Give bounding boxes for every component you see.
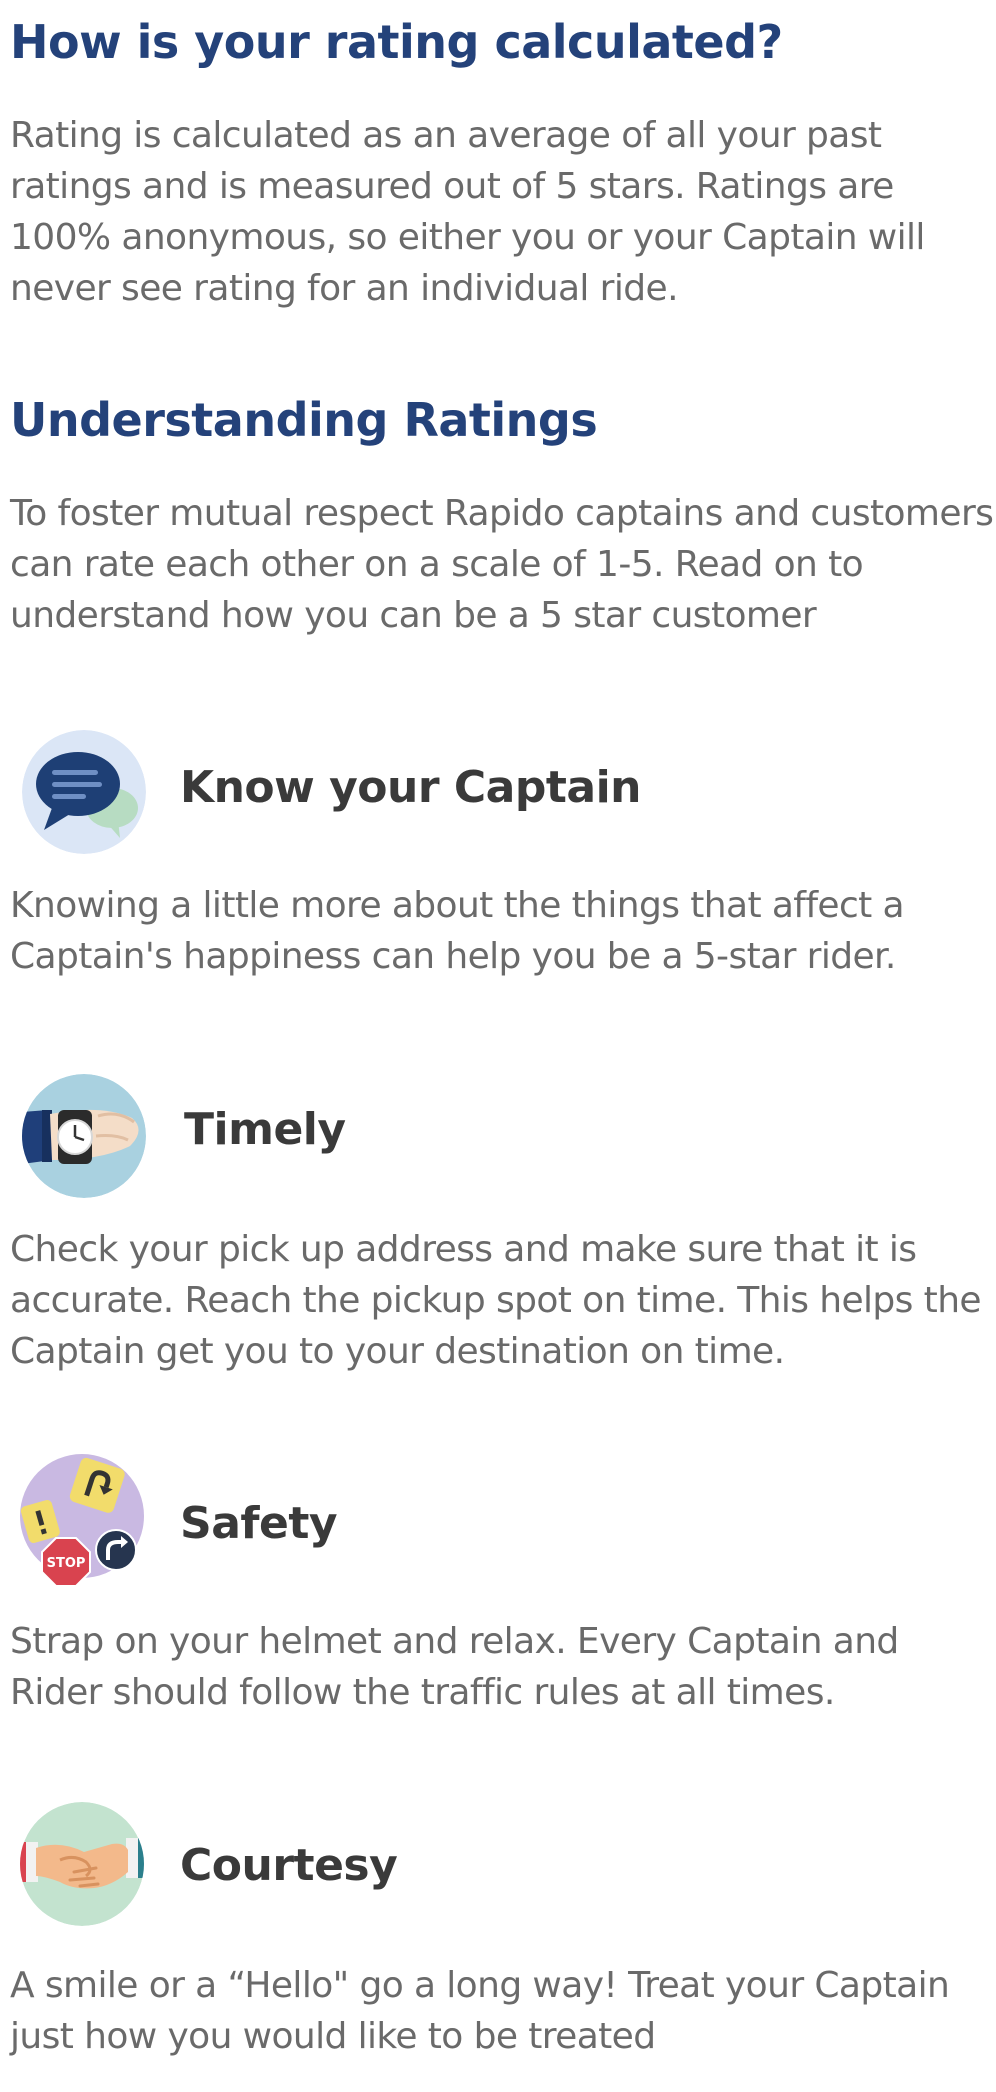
- svg-text:STOP: STOP: [47, 1556, 86, 1571]
- handshake-icon: [20, 1802, 144, 1926]
- feature-title-timely: Timely: [184, 1104, 346, 1155]
- chat-bubbles-icon: [22, 730, 146, 854]
- wristwatch-icon: [22, 1074, 146, 1198]
- feature-description-courtesy: A smile or a “Hello" go a long way! Trea…: [10, 1965, 950, 2057]
- feature-description-timely: Check your pick up address and make sure…: [10, 1229, 982, 1372]
- understanding-ratings-heading: Understanding Ratings: [10, 393, 598, 447]
- traffic-signs-icon: STOP: [20, 1454, 144, 1587]
- feature-title-know-your-captain: Know your Captain: [180, 762, 641, 813]
- rating-calculation-heading: How is your rating calculated?: [10, 15, 783, 69]
- feature-title-courtesy: Courtesy: [180, 1840, 398, 1891]
- feature-title-safety: Safety: [180, 1498, 338, 1549]
- understanding-ratings-description: To foster mutual respect Rapido captains…: [10, 493, 994, 636]
- rating-calculation-description: Rating is calculated as an average of al…: [10, 115, 925, 309]
- rating-info-page: How is your rating calculated? Rating is…: [0, 0, 996, 2092]
- feature-description-safety: Strap on your helmet and relax. Every Ca…: [10, 1621, 899, 1713]
- feature-description-know-your-captain: Knowing a little more about the things t…: [10, 885, 905, 977]
